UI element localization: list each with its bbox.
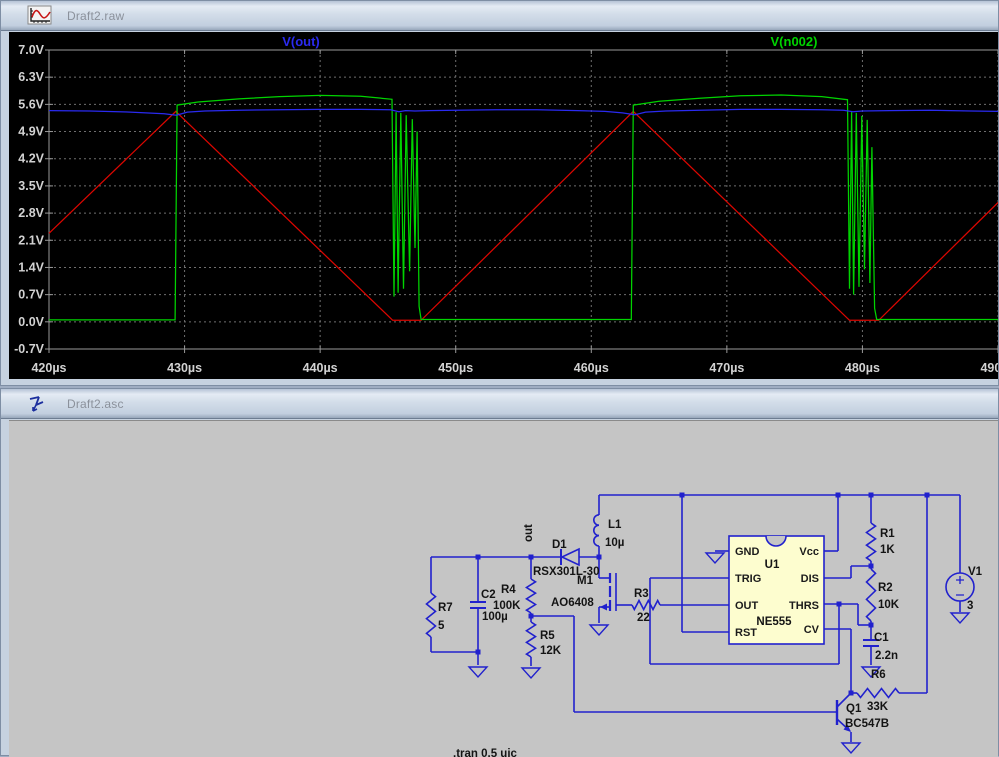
junction-dot <box>475 649 481 655</box>
y-tick-label: 1.4V <box>18 260 44 274</box>
component-label: R3 <box>634 588 649 600</box>
y-tick-label: -0.7V <box>14 342 45 356</box>
trace-label-V(out)[interactable]: V(out) <box>282 34 320 49</box>
component-label: 100K <box>493 600 521 612</box>
pin-label-GND: GND <box>735 546 760 558</box>
component-label: 22 <box>637 612 650 624</box>
x-tick-label: 480µs <box>845 361 880 375</box>
schematic-canvas[interactable]: out D1 RSX301L-30 L1 10µ M1 AO6408 R3 22 R7 5 C2 100… <box>9 420 998 757</box>
waveform-plot-area[interactable]: 420µs 430µs 440µs 450µs 460µs 470µs 480µs 490µs… <box>9 32 998 379</box>
trace-label-V(n002)[interactable]: V(n002) <box>771 34 818 49</box>
component-label: 100µ <box>482 611 508 623</box>
component-label: 1K <box>880 544 895 556</box>
junction-dot <box>868 622 874 628</box>
schematic-window: Draft2.asc out D1 RSX301L-30 L1 10µ M1 AO6408 R… <box>0 388 999 757</box>
y-tick-label: 4.2V <box>18 152 44 166</box>
y-tick-label: 6.3V <box>18 70 44 84</box>
y-tick-label: 4.9V <box>18 125 44 139</box>
junction-dot <box>868 492 874 498</box>
component-label: 33K <box>867 701 889 713</box>
component-label: U1 <box>765 559 780 571</box>
pin-label-TRIG: TRIG <box>735 573 761 585</box>
pin-label-THRS: THRS <box>789 600 819 612</box>
x-tick-label: 460µs <box>574 361 609 375</box>
junction-dot <box>924 492 930 498</box>
waveform-doc-icon <box>27 5 53 27</box>
component-label: 5 <box>438 620 445 632</box>
component-label: NE555 <box>756 616 792 628</box>
junction-dot <box>596 554 602 560</box>
component-label: 10µ <box>605 537 624 549</box>
waveform-titlebar[interactable]: Draft2.raw <box>1 1 998 31</box>
waveform-window: Draft2.raw 420µs 430µs 440µs 450µs 460µs 470µ… <box>0 0 999 386</box>
junction-dot <box>475 554 481 560</box>
y-tick-label: 3.5V <box>18 179 44 193</box>
pin-label-CV: CV <box>804 624 820 636</box>
schematic-svg: outD1RSX301L-30L110µM1AO6408R322R75C2100… <box>9 421 998 757</box>
junction-dot <box>528 554 534 560</box>
component-label: V1 <box>968 566 983 578</box>
plot-background <box>9 32 998 379</box>
pin-label-DIS: DIS <box>801 573 819 585</box>
y-tick-label: 0.7V <box>18 288 44 302</box>
component-label: R5 <box>540 630 555 642</box>
schematic-window-title: Draft2.asc <box>67 396 124 411</box>
component-label: 12K <box>540 645 562 657</box>
component-label: AO6408 <box>551 597 594 609</box>
junction-dot <box>848 690 854 696</box>
component-label: R2 <box>878 582 893 594</box>
schematic-titlebar[interactable]: Draft2.asc <box>1 389 998 419</box>
component-label: D1 <box>552 539 567 551</box>
x-tick-label: 440µs <box>303 361 338 375</box>
junction-dot <box>679 492 685 498</box>
waveform-plot-svg: 420µs 430µs 440µs 450µs 460µs 470µs 480µs 490µs… <box>9 32 998 379</box>
pin-label-OUT: OUT <box>735 600 759 612</box>
component-label: R6 <box>871 669 886 681</box>
pin-label-Vcc: Vcc <box>799 546 819 558</box>
component-label: C1 <box>874 632 889 644</box>
junction-dot <box>868 563 874 569</box>
component-label: BC547B <box>845 718 889 730</box>
junction-dot <box>528 613 534 619</box>
x-tick-label: 490µs <box>980 361 998 375</box>
component-label: out <box>523 524 535 542</box>
x-tick-label: 420µs <box>31 361 66 375</box>
pin-label-RST: RST <box>735 627 757 639</box>
component-label: 3 <box>967 600 973 612</box>
ltspice-workspace: { "windows": { "plot": { "title": "Draft… <box>0 0 999 757</box>
schematic-doc-icon <box>27 393 53 415</box>
junction-dot <box>835 492 841 498</box>
junction-dot <box>836 601 842 607</box>
x-tick-label: 470µs <box>709 361 744 375</box>
waveform-window-title: Draft2.raw <box>67 8 125 23</box>
y-tick-label: 7.0V <box>18 43 44 57</box>
component-label: 10K <box>878 599 900 611</box>
x-tick-label: 450µs <box>438 361 473 375</box>
y-tick-label: 2.1V <box>18 233 44 247</box>
component-label: L1 <box>608 519 622 531</box>
y-tick-label: 0.0V <box>18 315 44 329</box>
component-label: R4 <box>501 584 516 596</box>
y-tick-label: 2.8V <box>18 206 44 220</box>
component-label: 2.2n <box>875 650 898 662</box>
component-label: R1 <box>880 528 895 540</box>
component-label: M1 <box>577 575 594 587</box>
component-label: Q1 <box>846 703 862 715</box>
component-label: R7 <box>438 602 453 614</box>
y-tick-label: 5.6V <box>18 97 44 111</box>
x-tick-label: 430µs <box>167 361 202 375</box>
